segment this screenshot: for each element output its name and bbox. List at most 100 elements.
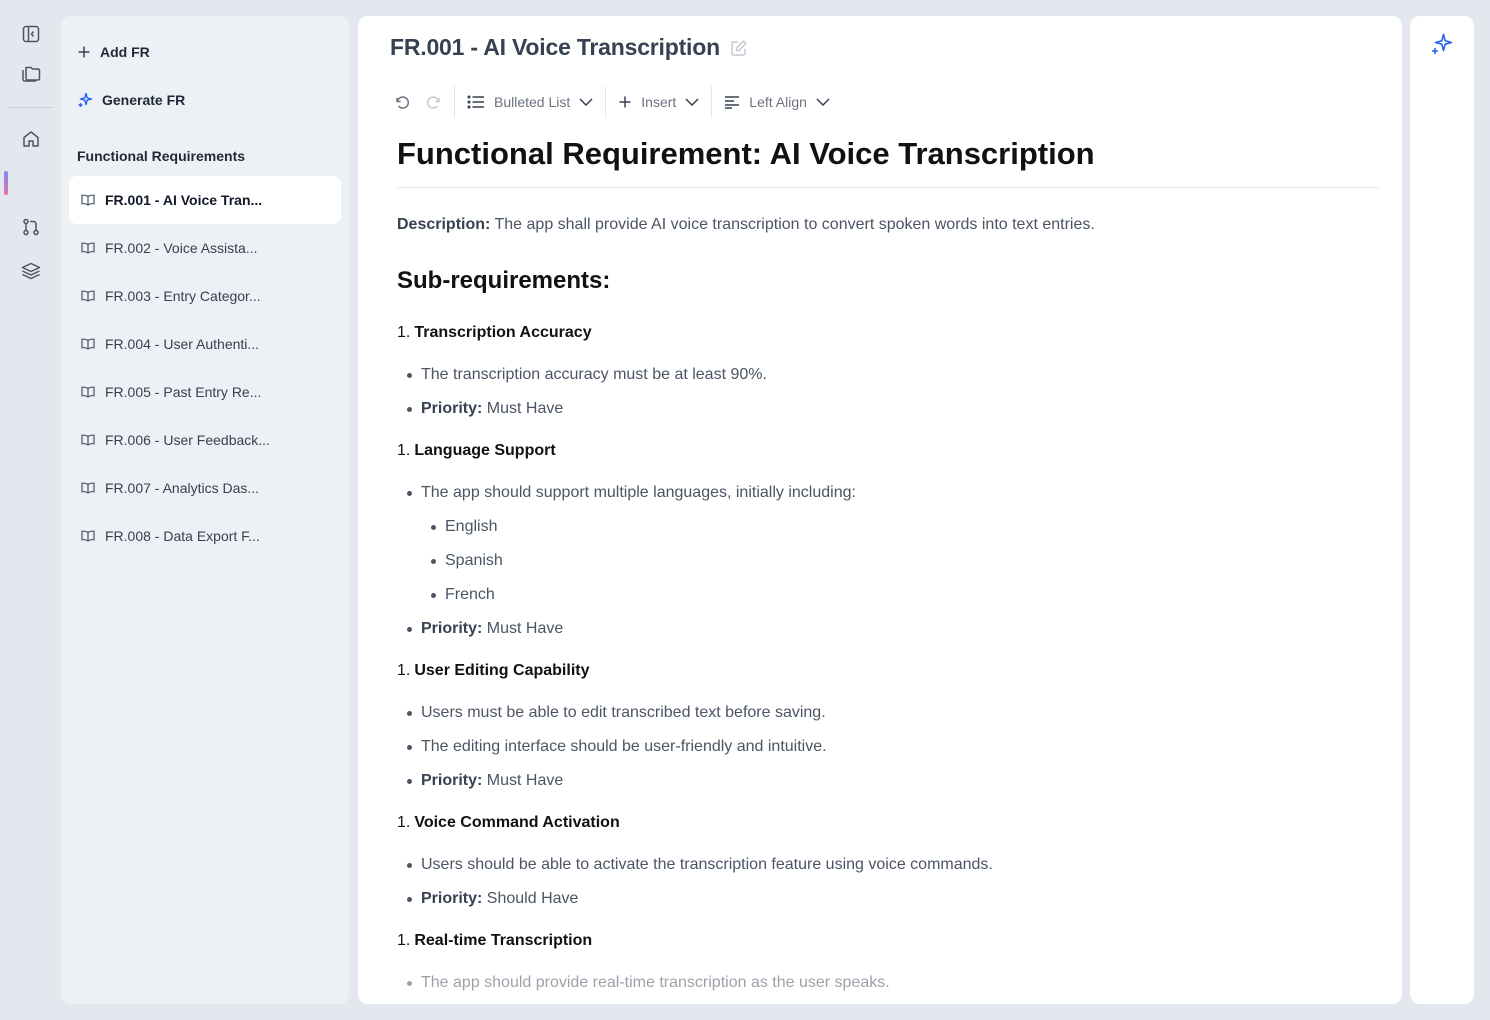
bullet-item: The app should provide real-time transcr… bbox=[397, 972, 1379, 994]
sub-bullet-item: Spanish bbox=[397, 550, 1379, 572]
sidebar-item-fr[interactable]: FR.006 - User Feedback... bbox=[69, 416, 341, 464]
description-label: Description: bbox=[397, 216, 491, 233]
description-text: The app shall provide AI voice transcrip… bbox=[494, 216, 1095, 233]
chevron-down-icon bbox=[816, 98, 830, 106]
priority-value: Must Have bbox=[486, 400, 564, 417]
bullet-item: Users should be able to activate the tra… bbox=[397, 854, 1379, 876]
sidebar-toggle-icon[interactable] bbox=[19, 22, 43, 46]
subrequirement-title: 1. Voice Command Activation bbox=[397, 812, 1379, 834]
title-row: FR.001 - AI Voice Transcription bbox=[390, 34, 748, 61]
generate-fr-label: Generate FR bbox=[102, 92, 186, 108]
bullet-list: Users must be able to edit transcribed t… bbox=[397, 702, 1379, 792]
book-icon bbox=[81, 290, 95, 302]
align-dropdown[interactable]: Left Align bbox=[716, 86, 838, 118]
documents-icon[interactable] bbox=[19, 61, 43, 85]
subrequirement-section: 1. Language Support The app should support… bbox=[397, 440, 1379, 640]
editor-panel: FR.001 - AI Voice Transcription Bulleted… bbox=[358, 16, 1402, 1004]
subrequirement-title: 1. User Editing Capability bbox=[397, 660, 1379, 682]
subrequirement-title: 1. Language Support bbox=[397, 440, 1379, 462]
insert-label: Insert bbox=[641, 94, 677, 110]
chevron-down-icon bbox=[579, 98, 593, 106]
align-left-icon bbox=[725, 96, 740, 109]
subrequirement-section: 1. Transcription Accuracy The transcriptio… bbox=[397, 322, 1379, 420]
sidebar-item-label: FR.004 - User Authenti... bbox=[105, 336, 260, 352]
priority-item: Priority: Must Have bbox=[397, 770, 1379, 792]
editor-toolbar: Bulleted List Insert Left Align bbox=[386, 86, 838, 118]
sidebar-item-label: FR.006 - User Feedback... bbox=[105, 432, 270, 448]
fr-sidebar: Add FR Generate FR Functional Requiremen… bbox=[61, 16, 349, 1004]
bulleted-list-icon bbox=[467, 95, 484, 109]
subrequirement-section: 1. Voice Command Activation Users should b… bbox=[397, 812, 1379, 910]
bullet-item: The transcription accuracy must be at le… bbox=[397, 364, 1379, 386]
priority-item: Priority: Should Have bbox=[397, 888, 1379, 910]
bullet-item: The editing interface should be user-fri… bbox=[397, 736, 1379, 758]
sidebar-item-fr[interactable]: FR.002 - Voice Assista... bbox=[69, 224, 341, 272]
active-indicator bbox=[4, 171, 8, 195]
description-paragraph: Description: The app shall provide AI vo… bbox=[397, 214, 1379, 236]
sidebar-item-fr[interactable]: FR.001 - AI Voice Tran... bbox=[69, 176, 341, 224]
bullet-list: The app should provide real-time transcr… bbox=[397, 972, 1379, 994]
list-number: 1. bbox=[397, 324, 411, 341]
priority-item: Priority: Must Have bbox=[397, 398, 1379, 420]
home-icon[interactable] bbox=[19, 127, 43, 151]
list-number: 1. bbox=[397, 442, 411, 459]
book-icon bbox=[81, 242, 95, 254]
layers-icon[interactable] bbox=[19, 259, 43, 283]
subrequirement-title-text: Voice Command Activation bbox=[414, 814, 620, 831]
book-icon bbox=[81, 530, 95, 542]
priority-label: Priority: bbox=[421, 772, 483, 789]
subrequirement-section: 1. User Editing Capability Users must be a… bbox=[397, 660, 1379, 792]
plus-icon bbox=[78, 46, 90, 58]
edit-title-icon[interactable] bbox=[730, 39, 748, 57]
bullet-list: Users should be able to activate the tra… bbox=[397, 854, 1379, 910]
book-icon bbox=[81, 482, 95, 494]
sub-bullet-item: English bbox=[397, 516, 1379, 538]
priority-label: Priority: bbox=[421, 890, 483, 907]
list-number: 1. bbox=[397, 932, 411, 949]
fr-list-heading: Functional Requirements bbox=[77, 148, 246, 164]
sub-bullet-item: French bbox=[397, 584, 1379, 606]
sidebar-item-fr[interactable]: FR.007 - Analytics Das... bbox=[69, 464, 341, 512]
sparkle-icon bbox=[78, 92, 93, 107]
sidebar-item-fr[interactable]: FR.004 - User Authenti... bbox=[69, 320, 341, 368]
book-icon bbox=[81, 194, 95, 206]
bullet-list: The app should support multiple language… bbox=[397, 482, 1379, 640]
git-pull-request-icon[interactable] bbox=[19, 215, 43, 239]
chevron-down-icon bbox=[685, 98, 699, 106]
priority-label: Priority: bbox=[421, 400, 483, 417]
generate-fr-button[interactable]: Generate FR bbox=[77, 86, 185, 114]
add-fr-button[interactable]: Add FR bbox=[77, 38, 150, 66]
sidebar-item-label: FR.007 - Analytics Das... bbox=[105, 480, 260, 496]
ai-sparkle-icon[interactable] bbox=[1430, 32, 1454, 56]
list-style-dropdown[interactable]: Bulleted List bbox=[459, 86, 601, 118]
bullet-item: The app should support multiple language… bbox=[397, 482, 1379, 504]
subrequirement-title: 1. Transcription Accuracy bbox=[397, 322, 1379, 344]
insert-dropdown[interactable]: Insert bbox=[610, 86, 707, 118]
redo-button[interactable] bbox=[418, 86, 450, 118]
heading-rule bbox=[397, 187, 1379, 188]
subrequirement-title-text: Language Support bbox=[414, 442, 556, 459]
sidebar-item-label: FR.001 - AI Voice Tran... bbox=[105, 192, 263, 208]
sidebar-item-label: FR.005 - Past Entry Re... bbox=[105, 384, 262, 400]
priority-value: Should Have bbox=[486, 890, 579, 907]
document-heading: Functional Requirement: AI Voice Transcr… bbox=[397, 136, 1095, 171]
sidebar-item-label: FR.008 - Data Export F... bbox=[105, 528, 260, 544]
priority-value: Must Have bbox=[486, 620, 564, 637]
subrequirement-title: 1. Real-time Transcription bbox=[397, 930, 1379, 952]
priority-value: Must Have bbox=[486, 772, 564, 789]
assistant-panel bbox=[1410, 16, 1474, 1004]
document-body[interactable]: Functional Requirement: AI Voice Transcr… bbox=[397, 134, 1379, 1004]
subrequirement-section: 1. Real-time Transcription The app should … bbox=[397, 930, 1379, 994]
bullet-item: Users must be able to edit transcribed t… bbox=[397, 702, 1379, 724]
toolbar-divider bbox=[711, 86, 713, 118]
book-icon bbox=[81, 338, 95, 350]
book-icon bbox=[81, 386, 95, 398]
book-icon bbox=[81, 434, 95, 446]
undo-icon bbox=[396, 96, 409, 109]
sidebar-item-fr[interactable]: FR.003 - Entry Categor... bbox=[69, 272, 341, 320]
subrequirement-title-text: User Editing Capability bbox=[414, 662, 590, 679]
sidebar-item-fr[interactable]: FR.008 - Data Export F... bbox=[69, 512, 341, 560]
sidebar-item-label: FR.003 - Entry Categor... bbox=[105, 288, 261, 304]
sidebar-item-fr[interactable]: FR.005 - Past Entry Re... bbox=[69, 368, 341, 416]
undo-button[interactable] bbox=[386, 86, 418, 118]
